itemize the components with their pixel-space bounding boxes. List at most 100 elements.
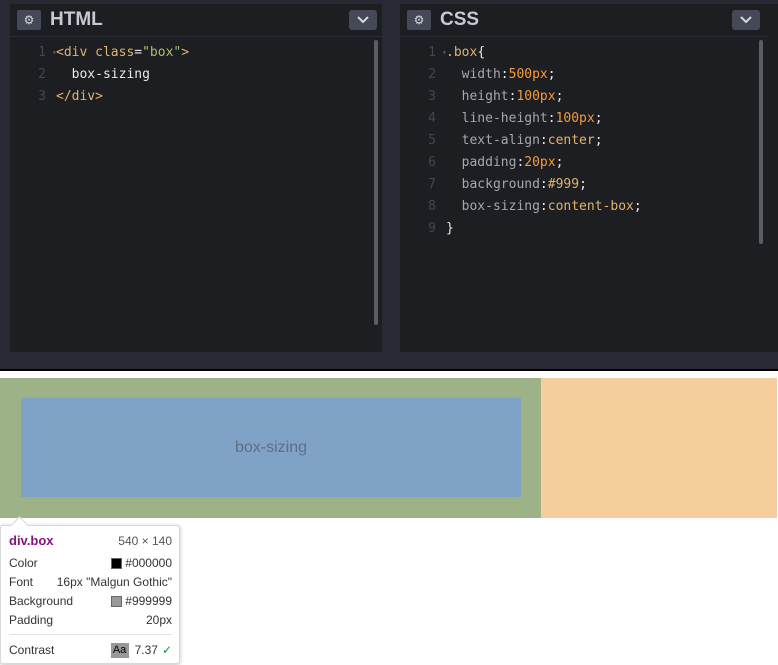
code-token: .box <box>446 45 478 60</box>
code-line[interactable]: 6 padding:20px; <box>400 152 756 174</box>
code-token: <div <box>56 45 96 60</box>
code-token: #999 <box>547 177 580 192</box>
code-text: </div> <box>56 86 103 108</box>
code-line[interactable]: 3 height:100px; <box>400 86 756 108</box>
css-panel-menu-button[interactable] <box>732 10 760 30</box>
line-number: 5 <box>428 133 436 148</box>
code-token: "box" <box>142 45 182 60</box>
editor-area: ⚙ HTML 1 ▾ <div class="box"> 2 box-sizing 3 <… <box>0 0 778 370</box>
tooltip-color-label: Color <box>9 556 38 570</box>
code-text: text-align:center; <box>446 130 603 152</box>
code-text: box-sizing <box>56 64 150 86</box>
background-swatch <box>111 596 123 608</box>
code-text: box-sizing:content-box; <box>446 196 642 218</box>
code-token: ; <box>555 155 564 170</box>
tooltip-font-value: 16px "Malgun Gothic" <box>56 575 172 589</box>
code-token: padding <box>446 155 517 170</box>
line-number: 3 <box>38 89 46 104</box>
css-editor-panel: ⚙ CSS 1 ▾ .box{2 width:500px; 3 height:100p… <box>400 4 768 352</box>
code-token: 20px <box>524 155 556 170</box>
tooltip-background-value: #999999 <box>125 594 172 608</box>
code-line[interactable]: 9} <box>400 218 756 240</box>
code-line[interactable]: 2 width:500px; <box>400 64 756 86</box>
code-token: ; <box>633 199 642 214</box>
code-token: : <box>539 177 548 192</box>
tooltip-background-label: Background <box>9 594 74 608</box>
code-token: ; <box>594 111 603 126</box>
code-token: box-sizing <box>446 199 540 214</box>
code-token: ; <box>594 133 603 148</box>
code-token: : <box>539 199 548 214</box>
code-token: ; <box>547 67 556 82</box>
gear-icon[interactable]: ⚙ <box>407 10 431 30</box>
checkmark-icon: ✓ <box>161 643 172 657</box>
code-token: 100px <box>555 111 595 126</box>
code-line[interactable]: 3 </div> <box>10 86 370 108</box>
color-swatch <box>111 558 123 570</box>
code-token: } <box>446 221 454 236</box>
tooltip-padding-label: Padding <box>9 613 54 627</box>
code-token: > <box>181 45 190 60</box>
code-token: box-sizing <box>56 67 150 82</box>
tooltip-font-label: Font <box>9 575 34 589</box>
css-editor-scrollbar[interactable] <box>759 40 763 244</box>
html-panel-menu-button[interactable] <box>349 10 377 30</box>
css-code-editor[interactable]: 1 ▾ .box{2 width:500px; 3 height:100px; 4 li… <box>400 42 756 240</box>
code-line[interactable]: 1 ▾ .box{ <box>400 42 756 64</box>
box-margin-highlight <box>541 378 777 518</box>
line-number: 1 <box>38 45 46 60</box>
box-content-highlight: box-sizing <box>21 398 521 497</box>
gear-icon[interactable]: ⚙ <box>17 10 41 30</box>
html-panel-title: HTML <box>50 9 103 30</box>
code-token: : <box>547 111 556 126</box>
line-number: 7 <box>428 177 436 192</box>
code-text: .box{ <box>446 42 485 64</box>
code-token: </div> <box>56 89 103 104</box>
line-number: 9 <box>428 221 436 236</box>
code-token: background <box>446 177 540 192</box>
box-text: box-sizing <box>234 438 308 456</box>
html-code-editor[interactable]: 1 ▾ <div class="box"> 2 box-sizing 3 </div> <box>10 42 370 108</box>
code-text: } <box>446 218 454 240</box>
code-text: <div class="box"> <box>56 42 189 64</box>
chevron-down-icon <box>357 16 369 24</box>
code-line[interactable]: 1 ▾ <div class="box"> <box>10 42 370 64</box>
line-number: 2 <box>38 67 46 82</box>
tooltip-contrast-value: 7.37 <box>134 643 158 657</box>
code-token: { <box>477 45 486 60</box>
css-panel-header: ⚙ CSS <box>400 4 768 37</box>
html-editor-panel: ⚙ HTML 1 ▾ <div class="box"> 2 box-sizing 3 <… <box>10 4 382 352</box>
code-line[interactable]: 7 background:#999; <box>400 174 756 196</box>
code-line[interactable]: 2 box-sizing <box>10 64 370 86</box>
code-token: ; <box>579 177 587 192</box>
inspector-tooltip: div.box 540 × 140 Color #000000 Font 16p… <box>0 516 180 664</box>
code-token: : <box>539 133 548 148</box>
html-editor-scrollbar[interactable] <box>374 40 378 325</box>
chevron-down-icon <box>740 16 752 24</box>
code-token: ; <box>555 89 564 104</box>
code-token: line-height <box>446 111 548 126</box>
line-number: 2 <box>428 67 436 82</box>
tooltip-contrast-label: Contrast <box>9 643 55 657</box>
js-panel-edge <box>768 4 778 352</box>
tooltip-padding-value: 20px <box>145 613 172 627</box>
css-panel-title: CSS <box>440 9 480 30</box>
line-number: 6 <box>428 155 436 170</box>
code-text: padding:20px; <box>446 152 564 174</box>
line-number: 1 <box>428 45 436 60</box>
code-token: class <box>95 45 135 60</box>
code-text: height:100px; <box>446 86 564 108</box>
code-token: height <box>446 89 509 104</box>
tooltip-separator <box>9 634 172 635</box>
html-panel-header: ⚙ HTML <box>10 4 382 37</box>
code-line[interactable]: 8 box-sizing:content-box; <box>400 196 756 218</box>
code-token: = <box>134 45 143 60</box>
code-line[interactable]: 4 line-height:100px; <box>400 108 756 130</box>
code-line[interactable]: 5 text-align:center; <box>400 130 756 152</box>
code-token: width <box>446 67 501 82</box>
code-token: center <box>547 133 595 148</box>
tooltip-color-value: #000000 <box>125 556 172 570</box>
line-number: 8 <box>428 199 436 214</box>
code-token: 100px <box>516 89 556 104</box>
code-text: width:500px; <box>446 64 556 86</box>
